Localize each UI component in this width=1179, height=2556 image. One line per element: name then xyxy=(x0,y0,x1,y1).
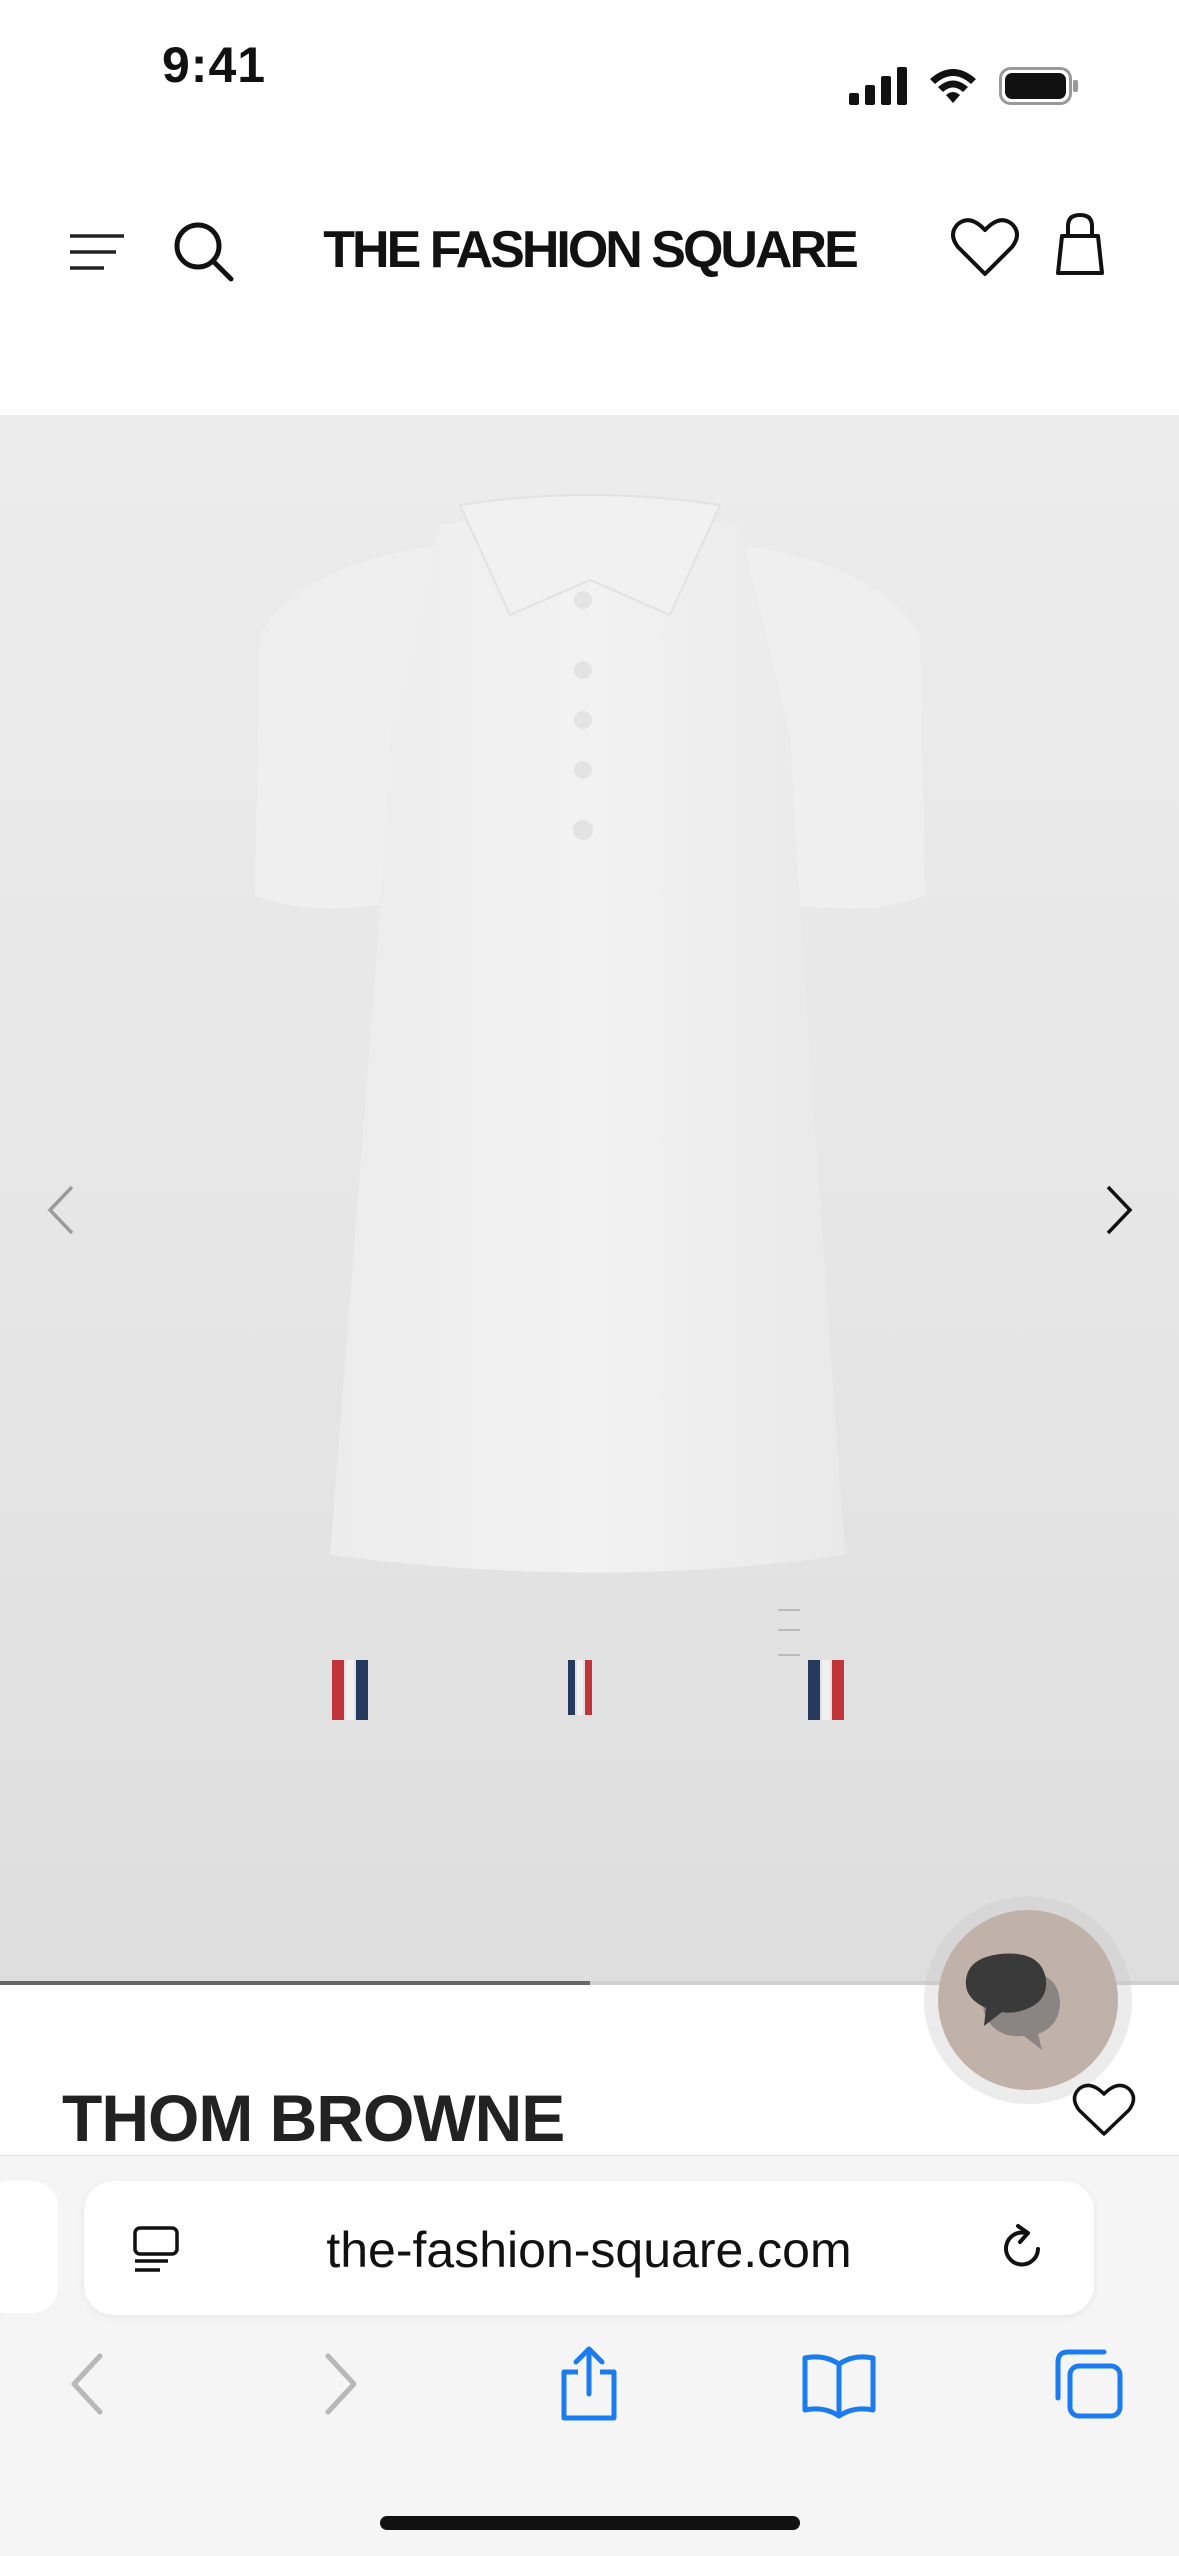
battery-icon xyxy=(999,67,1078,105)
share-icon[interactable] xyxy=(556,2346,622,2422)
status-bar: 9:41 xyxy=(0,0,1179,150)
chat-bubbles-icon xyxy=(965,1953,1060,2050)
back-icon[interactable] xyxy=(64,2346,110,2422)
product-brand[interactable]: THOM BROWNE xyxy=(62,2080,565,2156)
cellular-signal-icon xyxy=(849,67,907,105)
browser-toolbar xyxy=(0,2346,1179,2456)
reload-icon[interactable] xyxy=(998,2223,1048,2273)
forward-icon[interactable] xyxy=(318,2346,364,2422)
url-text[interactable]: the-fashion-square.com xyxy=(84,2221,1094,2279)
status-time: 9:41 xyxy=(162,37,267,93)
wifi-icon xyxy=(930,69,976,103)
tabs-icon[interactable] xyxy=(1052,2346,1124,2422)
bookmarks-icon[interactable] xyxy=(800,2346,878,2422)
heart-icon[interactable] xyxy=(950,216,1020,278)
user-icon[interactable] xyxy=(1056,212,1104,276)
chevron-left-icon[interactable] xyxy=(38,1175,82,1245)
gallery-progress-fill xyxy=(0,1981,590,1985)
chat-button[interactable] xyxy=(938,1910,1118,2090)
chevron-right-icon[interactable] xyxy=(1098,1175,1142,1245)
heart-icon[interactable] xyxy=(1072,2082,1136,2138)
address-bar[interactable]: the-fashion-square.com xyxy=(84,2181,1094,2315)
status-icons xyxy=(849,64,1079,108)
product-gallery[interactable] xyxy=(0,415,1179,1985)
previous-tab-preview[interactable] xyxy=(0,2181,58,2313)
home-indicator xyxy=(380,2516,800,2530)
product-image xyxy=(255,494,925,1720)
browser-bottom-bar: the-fashion-square.com xyxy=(0,2155,1179,2556)
site-header: THE FASHION SQUARE xyxy=(0,150,1179,415)
